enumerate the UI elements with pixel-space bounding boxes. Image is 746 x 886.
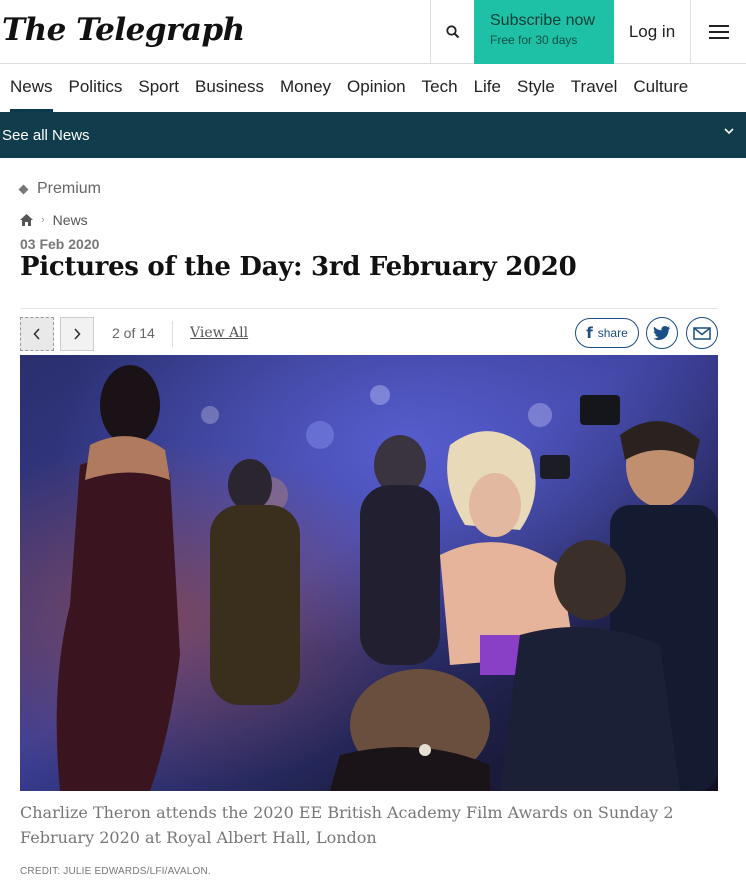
main-nav: News Politics Sport Business Money Opini…	[0, 64, 746, 112]
facebook-icon: f	[586, 324, 593, 342]
gallery-controls: 2 of 14 View All f share	[20, 308, 718, 354]
subscribe-button[interactable]: Subscribe now Free for 30 days	[474, 0, 614, 64]
publish-date: 03 Feb 2020	[20, 236, 100, 252]
nav-item-politics[interactable]: Politics	[69, 64, 123, 112]
divider	[172, 321, 173, 347]
gallery-photo[interactable]	[20, 355, 718, 791]
nav-item-travel[interactable]: Travel	[571, 64, 618, 112]
chevron-right-icon: ›	[41, 214, 45, 226]
mail-icon	[693, 326, 711, 340]
login-button[interactable]: Log in	[614, 0, 690, 64]
breadcrumb-news-link[interactable]: News	[53, 212, 88, 228]
site-logo[interactable]: The Telegraph	[2, 12, 245, 48]
nav-item-life[interactable]: Life	[474, 64, 501, 112]
search-button[interactable]	[430, 0, 474, 64]
diamond-icon	[18, 184, 29, 194]
email-share-button[interactable]	[686, 317, 718, 349]
previous-button[interactable]	[20, 317, 54, 351]
site-header: The Telegraph Subscribe now Free for 30 …	[0, 0, 746, 64]
twitter-icon	[653, 325, 671, 340]
nav-item-culture[interactable]: Culture	[633, 64, 688, 112]
see-all-news-label: See all News	[2, 126, 90, 144]
page-title: Pictures of the Day: 3rd February 2020	[20, 252, 577, 282]
chevron-left-icon	[33, 328, 40, 340]
nav-item-news[interactable]: News	[10, 64, 53, 112]
photo-credit: CREDIT: JULIE EDWARDS/LFI/AVALON.	[20, 866, 211, 877]
search-icon	[445, 25, 459, 39]
share-label: share	[597, 326, 628, 340]
nav-item-opinion[interactable]: Opinion	[347, 64, 406, 112]
premium-label: Premium	[37, 180, 102, 197]
see-all-news-bar[interactable]: See all News	[0, 112, 746, 158]
nav-item-money[interactable]: Money	[280, 64, 331, 112]
nav-item-business[interactable]: Business	[195, 64, 264, 112]
gallery-counter: 2 of 14	[112, 325, 155, 341]
chevron-down-icon	[724, 128, 734, 135]
nav-item-sport[interactable]: Sport	[138, 64, 179, 112]
premium-badge: Premium	[18, 180, 102, 198]
view-all-link[interactable]: View All	[190, 325, 248, 341]
breadcrumb: › News	[20, 212, 88, 228]
home-icon[interactable]	[20, 214, 33, 226]
event-photo-image	[20, 355, 718, 791]
menu-button[interactable]	[690, 0, 746, 64]
nav-item-style[interactable]: Style	[517, 64, 555, 112]
next-button[interactable]	[60, 317, 94, 351]
photo-caption: Charlize Theron attends the 2020 EE Brit…	[20, 803, 674, 847]
facebook-share-button[interactable]: f share	[575, 318, 639, 348]
chevron-right-icon	[74, 328, 81, 340]
twitter-share-button[interactable]	[646, 317, 678, 349]
hamburger-icon	[708, 25, 729, 39]
nav-item-tech[interactable]: Tech	[422, 64, 458, 112]
subscribe-label: Subscribe now	[490, 12, 595, 29]
subscribe-sublabel: Free for 30 days	[490, 33, 578, 47]
